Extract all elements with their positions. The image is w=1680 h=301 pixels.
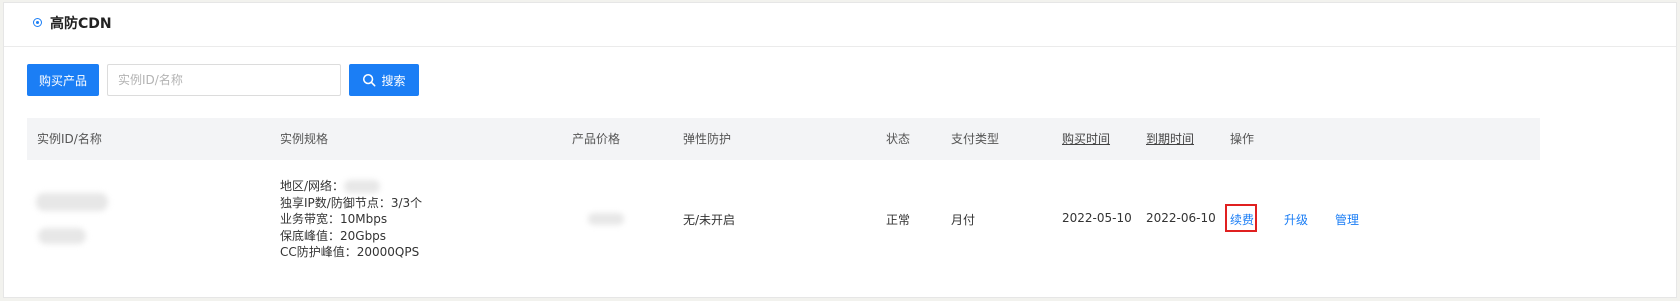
manage-link[interactable]: 管理: [1335, 211, 1359, 228]
col-instance: 实例ID/名称: [37, 132, 102, 146]
spec-guarantee-peak: 保底峰值：20Gbps: [280, 228, 387, 243]
col-elastic: 弹性防护: [683, 132, 732, 146]
renew-link[interactable]: 续费: [1230, 211, 1254, 228]
search-button[interactable]: 搜索: [349, 64, 419, 96]
spec-region: 地区/网络：: [280, 179, 345, 193]
status-text: 正常: [886, 213, 911, 227]
spec-bandwidth: 业务带宽：10Mbps: [280, 212, 388, 226]
search-icon: [363, 73, 376, 87]
col-expire-time[interactable]: 到期时间: [1146, 118, 1194, 160]
col-status: 状态: [886, 132, 911, 146]
col-spec: 实例规格: [280, 132, 329, 146]
radio-dot-icon: [33, 18, 42, 27]
purchase-time: 2022-05-10: [1062, 211, 1132, 225]
search-input[interactable]: [107, 64, 341, 96]
col-payment: 支付类型: [951, 132, 1000, 146]
section-header: 高防CDN: [4, 3, 1676, 47]
expire-time: 2022-06-10: [1146, 211, 1216, 225]
search-button-label: 搜索: [381, 73, 406, 88]
col-purchase-time[interactable]: 购买时间: [1062, 118, 1110, 160]
section-title: 高防CDN: [50, 16, 112, 32]
table-header-row: 实例ID/名称 实例规格 产品价格 弹性防护 状态 支付类型 购买时间 到期时间…: [27, 118, 1540, 160]
col-actions: 操作: [1230, 132, 1255, 146]
col-price: 产品价格: [572, 132, 621, 146]
redacted-region: [344, 180, 381, 193]
instance-spec: 地区/网络： 独享IP数/防御节点：3/3个 业务带宽：10Mbps 保底峰值：…: [280, 178, 422, 261]
spec-cc-peak: CC防护峰值：20000QPS: [280, 245, 420, 259]
redacted-instance-id: [36, 193, 108, 211]
redacted-price: [588, 213, 624, 225]
redacted-instance-name: [38, 228, 86, 244]
elastic-protection: 无/未开启: [683, 213, 736, 227]
buy-product-button[interactable]: 购买产品: [27, 64, 99, 96]
payment-type: 月付: [951, 213, 976, 227]
upgrade-link[interactable]: 升级: [1284, 211, 1308, 228]
spec-ip-nodes: 独享IP数/防御节点：3/3个: [280, 195, 423, 210]
